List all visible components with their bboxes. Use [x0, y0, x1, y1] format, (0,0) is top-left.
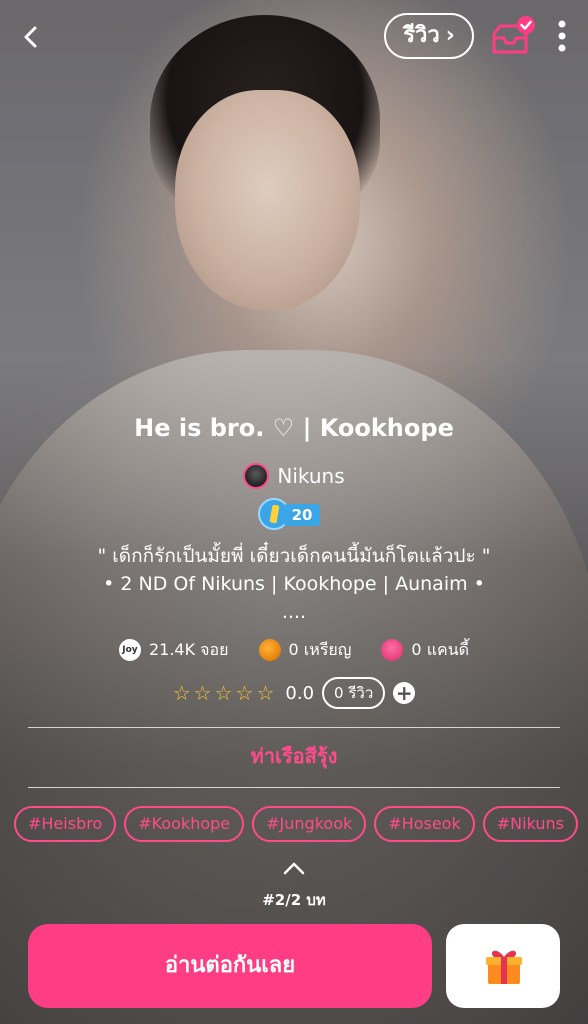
top-bar: รีวิว › [0, 0, 588, 75]
rating-row: ☆☆☆☆☆ 0.0 0 รีวิว + [0, 676, 588, 710]
tag-list: #Heisbro #Kookhope #Jungkook #Hoseok #Ni… [14, 806, 578, 842]
description-line-2: • 2 ND Of Nikuns | Kookhope | Aunaim • [103, 573, 485, 595]
continue-reading-button[interactable]: อ่านต่อกันเลย [28, 924, 432, 1008]
back-chevron-icon[interactable] [16, 22, 46, 52]
more-vertical-icon[interactable] [555, 18, 569, 58]
candy-count: 0 แคนดี้ [411, 639, 470, 659]
add-review-plus-icon[interactable]: + [393, 682, 416, 704]
joy-icon: Joy [118, 639, 141, 661]
tag-kookhope[interactable]: #Kookhope [124, 806, 245, 842]
review-count-button[interactable]: 0 รีวิว [322, 677, 386, 709]
tag-jungkook[interactable]: #Jungkook [252, 806, 367, 842]
coin-icon [258, 639, 281, 661]
rating-score: 0.0 [285, 682, 315, 704]
author-level-number: 20 [284, 504, 320, 526]
tag-nikuns[interactable]: #Nikuns [482, 806, 578, 842]
author-row[interactable]: Nikuns [0, 460, 588, 492]
divider-bottom [28, 787, 560, 788]
story-detail-screen: รีวิว › He is bro. ♡ | Kookhope Nikuns 20… [0, 0, 588, 1024]
coin-count: 0 เหรียญ [288, 639, 352, 659]
author-avatar[interactable] [243, 463, 270, 489]
candy-icon [381, 639, 404, 661]
tag-hoseok[interactable]: #Hoseok [374, 806, 475, 842]
description-line-3: .... [281, 601, 307, 623]
review-button-label: รีวิว [403, 23, 440, 48]
tag-heisbro[interactable]: #Heisbro [14, 806, 117, 842]
stats-row: Joy 21.4K จอย 0 เหรียญ 0 แคนดี้ [0, 636, 588, 664]
story-category[interactable]: ท่าเรือสีรุ้ง [0, 740, 588, 772]
description-line-1: " เด็กก็รักเป็นมั้ยพี่ เดี๋ยวเด็กคนนี้มั… [97, 545, 491, 567]
rating-stars: ☆☆☆☆☆ [172, 681, 278, 705]
chevron-right-icon: › [445, 23, 455, 48]
review-button[interactable]: รีวิว › [384, 13, 474, 59]
chevron-up-icon[interactable] [282, 858, 306, 878]
story-description: " เด็กก็รักเป็นมั้ยพี่ เดี๋ยวเด็กคนนี้มั… [20, 542, 568, 626]
divider-top [28, 727, 560, 728]
story-title: He is bro. ♡ | Kookhope [134, 414, 454, 442]
joy-count: 21.4K จอย [148, 639, 229, 659]
bookshelf-check-icon[interactable] [490, 14, 536, 60]
gift-icon [486, 950, 522, 984]
gift-button[interactable] [446, 924, 560, 1008]
chapter-indicator: #2/2 บท [262, 891, 326, 909]
author-level-badge: 20 [258, 498, 322, 532]
author-name[interactable]: Nikuns [277, 464, 344, 488]
